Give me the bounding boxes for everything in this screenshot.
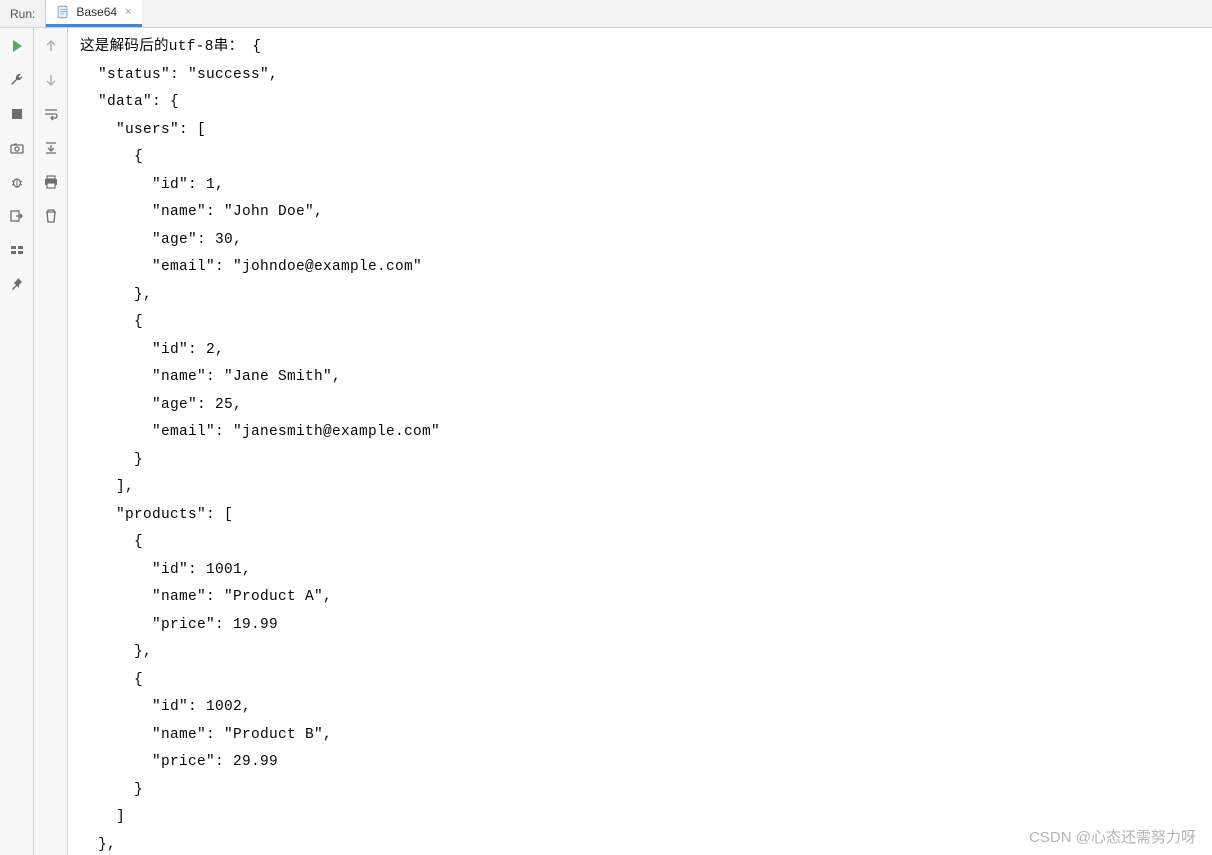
wrench-icon[interactable] <box>5 68 29 92</box>
stop-button[interactable] <box>5 102 29 126</box>
close-icon[interactable]: × <box>125 6 131 18</box>
run-label: Run: <box>0 0 46 27</box>
tab-label: Base64 <box>76 5 117 19</box>
soft-wrap-icon[interactable] <box>39 102 63 126</box>
left-toolbar <box>0 28 34 855</box>
up-arrow-icon <box>39 34 63 58</box>
layout-icon[interactable] <box>5 238 29 262</box>
console-output[interactable]: 这是解码后的utf-8串： { "status": "success", "da… <box>68 28 1212 855</box>
print-icon[interactable] <box>39 170 63 194</box>
trash-icon[interactable] <box>39 204 63 228</box>
console-toolbar <box>34 28 68 855</box>
pin-icon[interactable] <box>5 272 29 296</box>
run-tab[interactable]: Base64 × <box>46 0 141 27</box>
run-button[interactable] <box>5 34 29 58</box>
console-text: 这是解码后的utf-8串： { "status": "success", "da… <box>80 34 1200 855</box>
down-arrow-icon <box>39 68 63 92</box>
camera-icon[interactable] <box>5 136 29 160</box>
bug-icon[interactable] <box>5 170 29 194</box>
scroll-to-end-icon[interactable] <box>39 136 63 160</box>
exit-icon[interactable] <box>5 204 29 228</box>
run-tool-window-header: Run: Base64 × <box>0 0 1212 28</box>
file-icon <box>56 5 70 19</box>
